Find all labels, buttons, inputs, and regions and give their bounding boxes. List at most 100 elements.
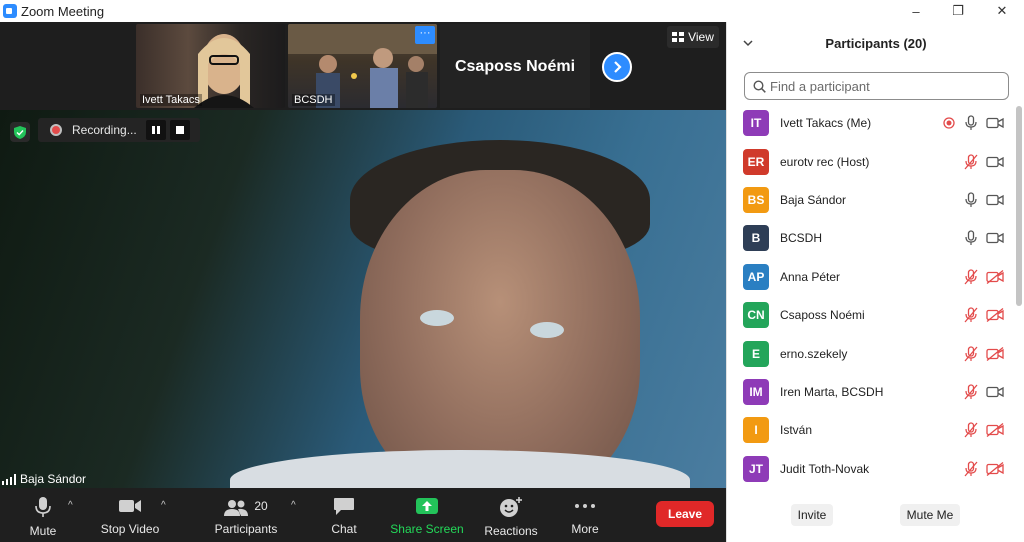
avatar: CN [743,302,769,329]
restore-button[interactable]: ❐ [938,0,978,22]
participant-row[interactable]: I István [727,411,1017,449]
reactions-label: Reactions [484,524,538,538]
participant-row[interactable]: Eerno.szekely [727,334,1017,372]
muted-mic-icon[interactable] [963,307,979,323]
participant-name: István [780,423,813,438]
participants-options-caret-icon[interactable]: ^ [291,500,296,511]
chat-button[interactable]: Chat [324,492,364,540]
reactions-smiley-icon [500,497,522,517]
participants-button[interactable]: 20 Participants [214,492,278,540]
leave-button[interactable]: Leave [656,501,714,527]
reactions-button[interactable]: Reactions [484,492,538,540]
participant-name: Ivett Takacs (Me) [780,116,872,131]
meeting-area: Ivett Takacs BCSDH ··· Csaposs Noémi Vie… [0,22,726,542]
muted-mic-icon[interactable] [963,461,979,477]
muted-mic-icon[interactable] [963,345,979,362]
video-options-caret-icon[interactable]: ^ [161,500,166,511]
microphone-icon [35,497,51,517]
more-dots-icon [575,504,595,508]
video-off-icon[interactable] [986,308,1004,323]
microphone-icon[interactable] [965,230,977,246]
participant-row[interactable]: CN Csaposs Noémi [727,296,1017,334]
avatar: E [743,340,769,367]
participant-row[interactable]: BS Baja Sándor [727,181,1017,219]
participant-row[interactable]: ER eurotv rec (Host) [727,142,1017,180]
encryption-shield-icon[interactable] [10,122,30,142]
participant-name: Baja Sándor [780,192,847,207]
mute-label: Mute [29,524,57,538]
video-camera-icon[interactable] [986,117,1004,129]
speaker-face [360,170,640,488]
tile-more-button[interactable]: ··· [415,26,435,44]
video-camera-icon[interactable] [986,232,1004,244]
view-button[interactable]: View [667,26,719,48]
view-label: View [688,30,714,44]
next-page-button[interactable] [602,52,632,82]
mute-me-button[interactable]: Mute Me [900,504,960,526]
audio-options-caret-icon[interactable]: ^ [68,500,73,511]
pause-recording-button[interactable] [146,120,166,140]
participants-panel: Participants (20) IT Ivett Takacs (Me) ER e… [726,22,1024,542]
more-button[interactable]: More [564,492,606,540]
close-button[interactable]: ✕ [982,0,1022,22]
muted-mic-icon[interactable] [963,422,979,438]
video-off-icon[interactable] [986,269,1004,284]
audio-tile-csaposs-noemi[interactable]: Csaposs Noémi [440,24,590,108]
minimize-button[interactable]: – [896,0,936,22]
tile-name-bcsdh: BCSDH [292,94,335,106]
zoom-window: Zoom Meeting – ❐ ✕ Ivett Takacs BCSDH ··… [0,0,1024,542]
active-speaker-name: Baja Sándor [20,472,87,486]
video-tile-ivett-takacs[interactable]: Ivett Takacs [136,24,285,108]
participant-name: eurotv rec (Host) [780,154,870,169]
video-tile-bcsdh[interactable]: BCSDH ··· [288,24,437,108]
main-video-baja-sandor [0,110,726,488]
tile-name-ivett: Ivett Takacs [140,94,202,106]
signal-strength-icon [2,473,16,485]
share-screen-button[interactable]: Share Screen [390,492,464,540]
pause-icon [152,126,160,134]
microphone-icon[interactable] [965,192,977,208]
participant-row[interactable]: IT Ivett Takacs (Me) [727,104,1017,142]
active-speaker-label: Baja Sándor [2,472,86,486]
avatar: ER [743,148,769,175]
avatar: I [743,417,769,444]
stop-recording-button[interactable] [170,120,190,140]
recording-label: Recording... [72,123,137,137]
video-off-icon[interactable] [986,461,1004,476]
chevron-right-icon [614,61,622,73]
speaker-eye-left [420,310,454,326]
share-screen-icon [416,498,438,514]
video-camera-icon [119,500,141,512]
participant-name: erno.szekely [780,346,848,361]
recording-dot-icon [50,124,62,136]
shield-icon [14,125,26,139]
title-bar: Zoom Meeting – ❐ ✕ [0,0,1024,22]
chat-bubble-icon [334,498,354,515]
stop-video-button[interactable]: Stop Video [98,492,162,540]
muted-mic-icon[interactable] [963,384,979,400]
avatar: AP [743,263,769,290]
video-camera-icon[interactable] [986,194,1004,206]
participant-search[interactable] [744,72,1009,100]
recording-icon [943,117,955,129]
video-camera-icon[interactable] [986,386,1004,398]
video-camera-icon[interactable] [986,156,1004,168]
search-input[interactable] [770,78,990,94]
muted-mic-icon[interactable] [963,153,979,170]
stop-video-label: Stop Video [100,522,160,536]
video-off-icon[interactable] [986,423,1004,438]
chat-label: Chat [331,522,357,536]
participant-row[interactable]: B BCSDH [727,219,1017,257]
participant-row[interactable]: JT Judit Toth-Novak [727,450,1017,488]
participant-row[interactable]: IM Iren Marta, BCSDH [727,373,1017,411]
stop-icon [176,126,184,134]
participants-scrollbar[interactable] [1016,106,1022,306]
participant-name: Iren Marta, BCSDH [780,384,884,399]
video-off-icon[interactable] [986,346,1004,361]
mute-button[interactable]: Mute [20,492,66,540]
invite-button[interactable]: Invite [791,504,833,526]
participant-row[interactable]: AP Anna Péter [727,258,1017,296]
avatar: IM [743,378,769,405]
microphone-icon[interactable] [965,115,977,131]
muted-mic-icon[interactable] [963,269,979,285]
